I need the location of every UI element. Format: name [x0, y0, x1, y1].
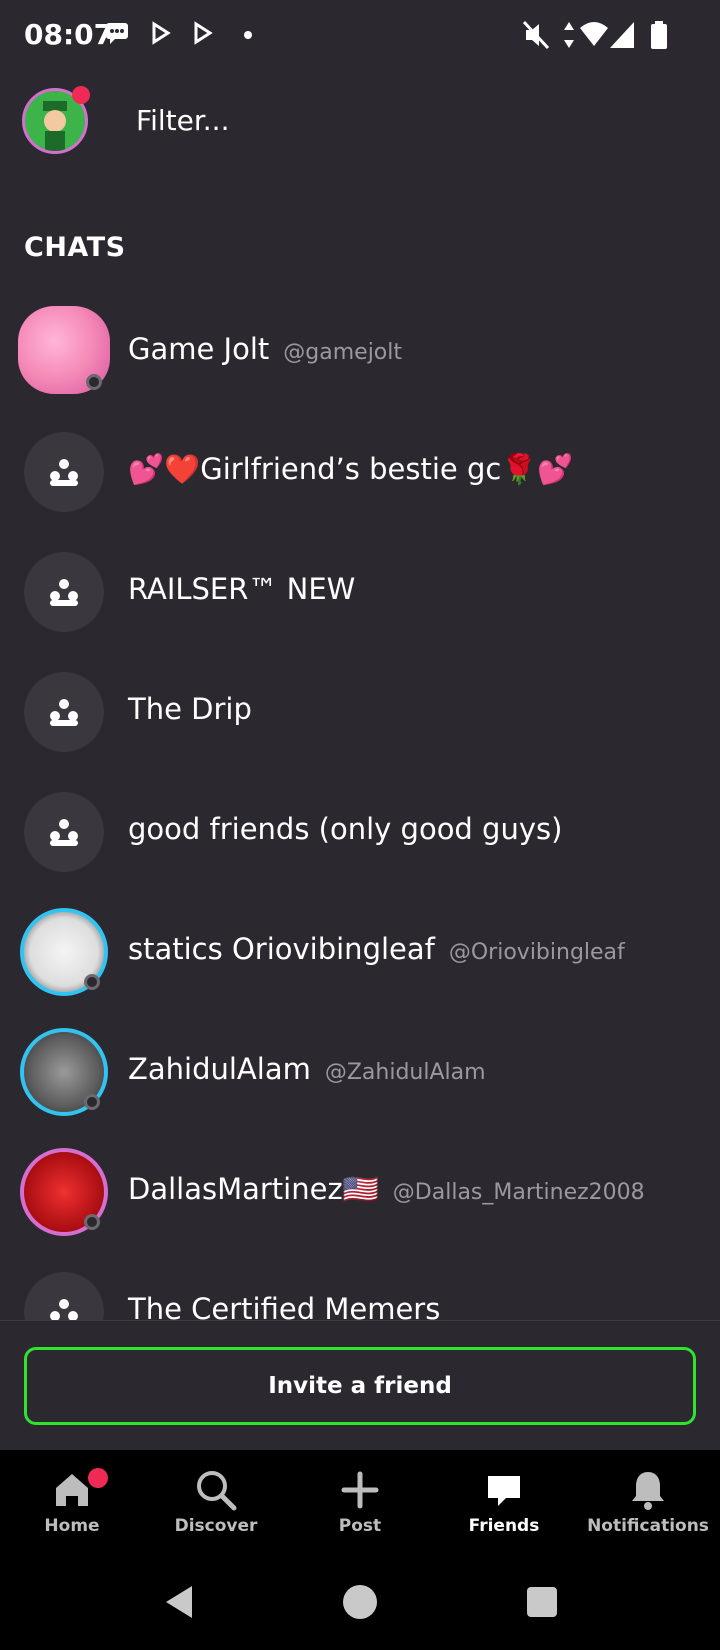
chat-row[interactable]: The Drip — [0, 650, 720, 770]
group-avatar — [24, 792, 104, 872]
chat-row[interactable]: good friends (only good guys) — [0, 770, 720, 890]
message-icon — [106, 23, 128, 44]
group-icon — [50, 579, 78, 606]
online-status-icon — [84, 974, 100, 990]
group-icon — [50, 459, 78, 486]
chat-row[interactable]: ZahidulAlam @ZahidulAlam — [0, 1010, 720, 1130]
chat-name: The Certified Memers — [128, 1292, 441, 1320]
group-avatar — [24, 552, 104, 632]
nav-notifications-label: Notifications — [587, 1516, 709, 1536]
chat-row[interactable]: 💕❤️Girlfriend’s bestie gc🌹💕 — [0, 410, 720, 530]
filter-input[interactable]: Filter... — [136, 104, 229, 137]
system-navigation-bar — [0, 1560, 720, 1650]
chat-name: 💕❤️Girlfriend’s bestie gc🌹💕 — [128, 452, 574, 486]
nav-discover[interactable]: Discover — [144, 1468, 288, 1558]
group-icon — [50, 699, 78, 726]
data-icon — [564, 22, 574, 48]
group-avatar — [24, 1272, 104, 1320]
invite-section: Invite a friend — [0, 1320, 720, 1451]
chat-name: The Drip — [128, 692, 252, 726]
group-avatar — [24, 672, 104, 752]
invite-friend-button[interactable]: Invite a friend — [24, 1347, 696, 1425]
nav-post[interactable]: Post — [288, 1468, 432, 1558]
mute-icon — [522, 20, 550, 50]
chat-name: ZahidulAlam @ZahidulAlam — [128, 1052, 486, 1086]
chat-row[interactable]: statics Oriovibingleaf @Oriovibingleaf — [0, 890, 720, 1010]
signal-icon — [610, 22, 634, 48]
notification-dot — [72, 86, 90, 104]
group-icon — [50, 819, 78, 846]
battery-icon — [651, 21, 667, 49]
bottom-navigation: Home Discover Post Friends Notifications — [0, 1450, 720, 1560]
group-avatar — [24, 432, 104, 512]
nav-home[interactable]: Home — [0, 1468, 144, 1558]
nav-discover-label: Discover — [174, 1516, 258, 1536]
top-bar: Filter... — [0, 80, 720, 170]
chat-list: Game Jolt @gamejolt 💕❤️Girlfriend’s besti… — [0, 290, 720, 1320]
status-time: 08:07 — [24, 18, 114, 51]
play-store-icon — [152, 21, 171, 45]
recents-icon[interactable] — [522, 1582, 562, 1622]
chat-name: DallasMartinez🇺🇸 @Dallas_Martinez2008 — [128, 1172, 645, 1206]
play-store-icon — [194, 21, 213, 45]
online-status-icon — [86, 374, 102, 390]
dot-icon — [244, 31, 252, 39]
online-status-icon — [84, 1214, 100, 1230]
nav-friends-label: Friends — [468, 1516, 540, 1536]
nav-notifications[interactable]: Notifications — [576, 1468, 720, 1558]
chat-row[interactable]: Game Jolt @gamejolt — [0, 290, 720, 410]
chat-name: good friends (only good guys) — [128, 812, 563, 846]
chat-icon — [488, 1476, 520, 1506]
home-icon — [56, 1474, 88, 1506]
chat-row[interactable]: DallasMartinez🇺🇸 @Dallas_Martinez2008 — [0, 1130, 720, 1250]
status-bar: 08:07 — [0, 0, 720, 72]
section-title: CHATS — [24, 232, 126, 263]
chat-name: statics Oriovibingleaf @Oriovibingleaf — [128, 932, 625, 966]
nav-post-label: Post — [338, 1516, 382, 1536]
notification-dot — [88, 1468, 108, 1488]
home-button-icon[interactable] — [340, 1582, 380, 1622]
group-icon — [50, 1299, 78, 1320]
chat-row[interactable]: The Certified Memers — [0, 1250, 720, 1320]
online-status-icon — [84, 1094, 100, 1110]
chat-name: RAILSER™ NEW — [128, 572, 356, 606]
bell-icon — [632, 1472, 664, 1510]
nav-home-label: Home — [44, 1516, 100, 1536]
back-icon[interactable] — [160, 1582, 200, 1622]
chat-row[interactable]: RAILSER™ NEW — [0, 530, 720, 650]
wifi-icon — [580, 22, 608, 46]
plus-icon — [341, 1471, 379, 1509]
search-icon — [197, 1471, 237, 1511]
chat-name: Game Jolt @gamejolt — [128, 332, 403, 366]
nav-friends[interactable]: Friends — [432, 1468, 576, 1558]
